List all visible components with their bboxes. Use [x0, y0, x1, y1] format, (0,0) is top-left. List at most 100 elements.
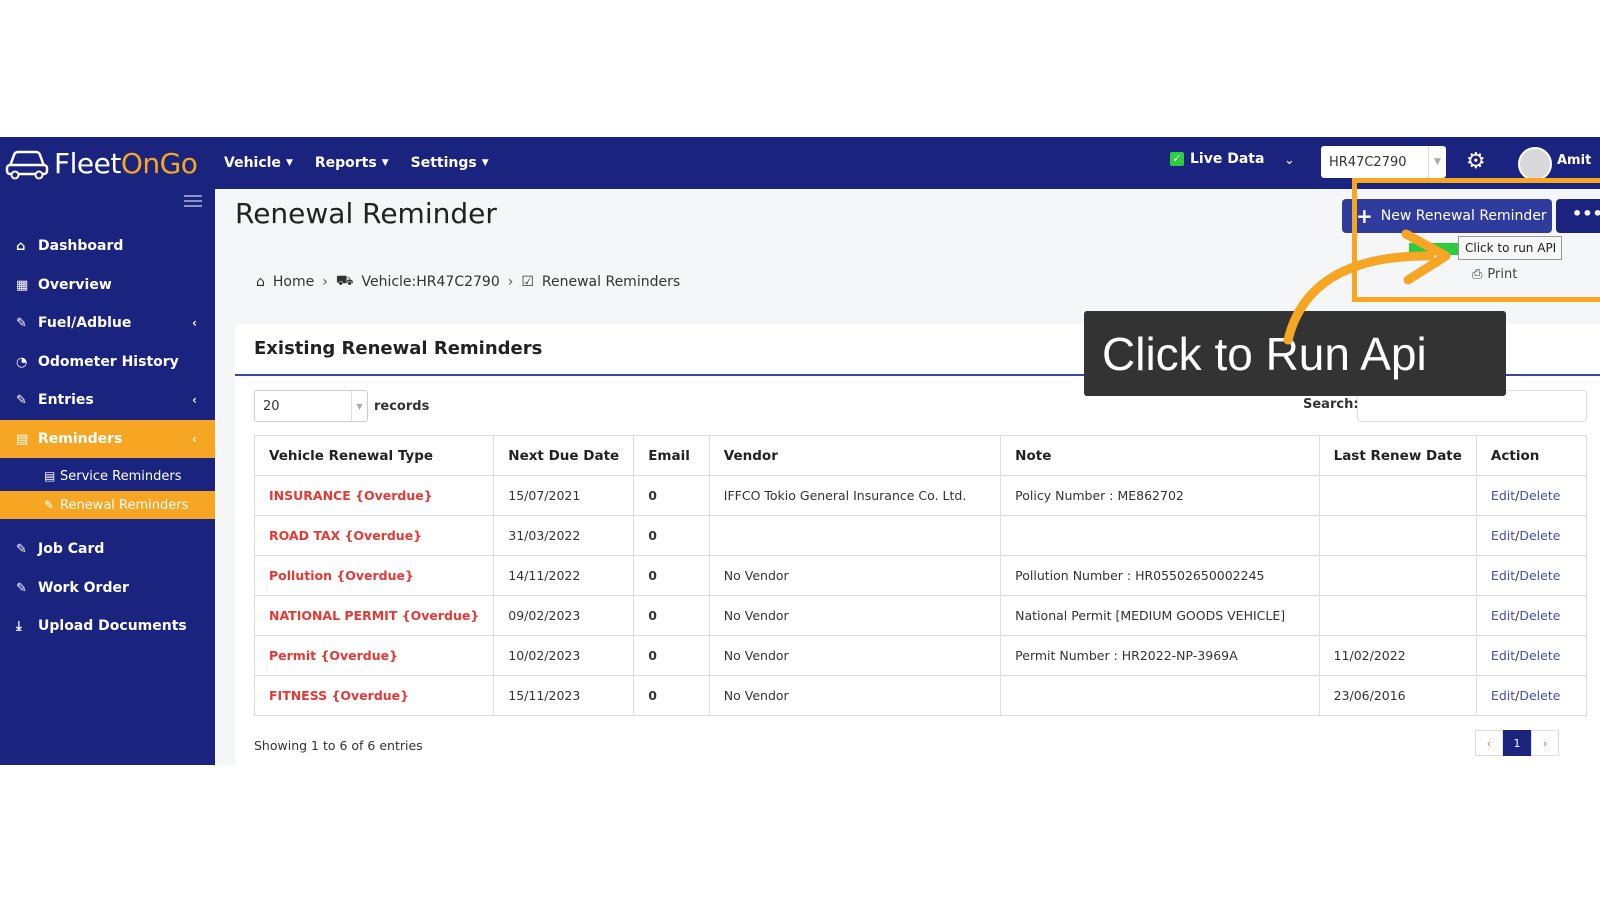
- email-cell: 0: [633, 635, 710, 676]
- vehicle-select[interactable]: HR47C2790 ▼: [1321, 146, 1446, 178]
- chevron-down-icon: ▼: [381, 158, 389, 168]
- car-logo-icon: [5, 150, 49, 180]
- chevron-left-icon: ‹: [192, 432, 197, 446]
- check-square-icon: ☑: [521, 274, 534, 290]
- sidebar-item-odometer-history[interactable]: ◔ Odometer History: [0, 343, 215, 381]
- last-renew-date-cell: [1318, 475, 1477, 516]
- chevron-left-icon: ‹: [192, 393, 197, 407]
- due-date-cell: 10/02/2023: [493, 635, 635, 676]
- sidebar-item-service-reminders[interactable]: ▤ Service Reminders: [0, 462, 215, 490]
- card-title: Existing Renewal Reminders: [254, 338, 543, 359]
- edit-link[interactable]: Edit: [1491, 608, 1515, 623]
- menu-vehicle-label: Vehicle: [224, 155, 281, 171]
- sidebar-item-dashboard[interactable]: ⌂ Dashboard: [0, 227, 215, 265]
- note-cell: [1000, 515, 1320, 556]
- sidebar-item-upload-documents[interactable]: ⤓ Upload Documents: [0, 607, 215, 645]
- vehicle-select-value: HR47C2790: [1329, 154, 1407, 170]
- sidebar-item-renewal-reminders[interactable]: ✎ Renewal Reminders: [0, 491, 215, 519]
- vendor-cell: [708, 515, 1002, 556]
- sidebar-item-work-order[interactable]: ✎ Work Order: [0, 569, 215, 607]
- home-icon: ⌂: [256, 274, 265, 290]
- edit-icon: ✎: [16, 541, 27, 557]
- edit-link[interactable]: Edit: [1491, 488, 1515, 503]
- column-header[interactable]: Vendor: [708, 435, 1002, 476]
- table-info: Showing 1 to 6 of 6 entries: [254, 738, 423, 753]
- renewal-type-cell: INSURANCE {Overdue}: [253, 475, 495, 516]
- vendor-cell: No Vendor: [708, 635, 1002, 676]
- next-page-button[interactable]: ›: [1531, 730, 1559, 756]
- menu-settings[interactable]: Settings ▼: [411, 155, 489, 171]
- sidebar-item-label: Renewal Reminders: [60, 497, 189, 513]
- table-header-row: Vehicle Renewal Type Next Due Date Email…: [253, 435, 1588, 476]
- delete-link[interactable]: Delete: [1519, 568, 1560, 583]
- action-cell: Edit/Delete: [1475, 515, 1588, 556]
- live-data-toggle[interactable]: ✓ Live Data: [1170, 151, 1264, 167]
- column-header[interactable]: Action: [1475, 435, 1588, 476]
- email-cell: 0: [633, 515, 710, 556]
- prev-page-button[interactable]: ‹: [1475, 730, 1503, 756]
- sidebar-item-label: Entries: [38, 392, 94, 408]
- gear-icon[interactable]: ⚙: [1466, 149, 1486, 174]
- select-arrow-icon: ▼: [1428, 146, 1446, 178]
- records-select[interactable]: 20 ▼: [254, 390, 368, 422]
- avatar[interactable]: [1518, 147, 1552, 181]
- menu-settings-label: Settings: [410, 155, 477, 171]
- select-arrow-icon: ▼: [351, 391, 367, 421]
- column-header[interactable]: Email: [633, 435, 710, 476]
- edit-link[interactable]: Edit: [1491, 688, 1515, 703]
- sidebar-item-label: Service Reminders: [60, 468, 182, 484]
- last-renew-date-cell: 11/02/2022: [1318, 635, 1477, 676]
- edit-link[interactable]: Edit: [1491, 528, 1515, 543]
- action-cell: Edit/Delete: [1475, 475, 1588, 516]
- column-header[interactable]: Vehicle Renewal Type: [253, 435, 495, 476]
- breadcrumb-home[interactable]: Home: [273, 274, 314, 290]
- menu-reports-label: Reports: [314, 155, 377, 171]
- sidebar-item-job-card[interactable]: ✎ Job Card: [0, 530, 215, 568]
- sidebar-item-label: Work Order: [38, 580, 129, 596]
- menu-vehicle[interactable]: Vehicle ▼: [224, 155, 293, 171]
- edit-icon: ✎: [16, 315, 27, 331]
- edit-link[interactable]: Edit: [1491, 568, 1515, 583]
- menu-reports[interactable]: Reports ▼: [315, 155, 389, 171]
- breadcrumb-vehicle[interactable]: Vehicle:HR47C2790: [361, 274, 499, 290]
- renewal-table: Vehicle Renewal Type Next Due Date Email…: [253, 435, 1588, 716]
- sidebar: ⌂ Dashboard ▦ Overview ✎ Fuel/Adblue ‹ ◔ Odom…: [0, 189, 215, 765]
- action-cell: Edit/Delete: [1475, 635, 1588, 676]
- table-row: Pollution {Overdue} 14/11/2022 0 No Vend…: [253, 555, 1588, 596]
- highlight-box: [1352, 178, 1600, 302]
- sidebar-item-entries[interactable]: ✎ Entries ‹: [0, 381, 215, 419]
- column-header[interactable]: Next Due Date: [493, 435, 635, 476]
- sidebar-item-label: Upload Documents: [38, 618, 187, 634]
- fleetongo-logo[interactable]: FleetOnGo: [4, 143, 198, 183]
- renewal-type-cell: Permit {Overdue}: [253, 635, 495, 676]
- delete-link[interactable]: Delete: [1519, 608, 1560, 623]
- note-cell: Policy Number : ME862702: [1000, 475, 1320, 516]
- page-button-current[interactable]: 1: [1503, 730, 1531, 756]
- column-header[interactable]: Note: [1000, 435, 1320, 476]
- last-renew-date-cell: [1318, 515, 1477, 556]
- edit-link[interactable]: Edit: [1491, 648, 1515, 663]
- live-data-label: Live Data: [1190, 151, 1265, 167]
- calendar-icon: ▤: [44, 469, 56, 483]
- delete-link[interactable]: Delete: [1519, 648, 1560, 663]
- sidebar-item-fuel-adblue[interactable]: ✎ Fuel/Adblue ‹: [0, 304, 215, 342]
- table-row: ROAD TAX {Overdue} 31/03/2022 0 Edit/Del…: [253, 515, 1588, 556]
- user-name[interactable]: Amit: [1557, 153, 1591, 168]
- last-renew-date-cell: [1318, 555, 1477, 596]
- home-icon: ⌂: [16, 238, 26, 254]
- vendor-cell: IFFCO Tokio General Insurance Co. Ltd.: [708, 475, 1002, 516]
- chevron-down-icon[interactable]: ⌄: [1284, 153, 1295, 168]
- column-header[interactable]: Last Renew Date: [1318, 435, 1477, 476]
- breadcrumb: ⌂ Home › ⛟ Vehicle:HR47C2790 › ☑ Renewal…: [256, 273, 680, 291]
- chevron-down-icon: ▼: [285, 158, 293, 168]
- sidebar-item-overview[interactable]: ▦ Overview: [0, 266, 215, 304]
- delete-link[interactable]: Delete: [1519, 688, 1560, 703]
- delete-link[interactable]: Delete: [1519, 528, 1560, 543]
- note-cell: Pollution Number : HR05502650002245: [1000, 555, 1320, 596]
- sidebar-item-reminders[interactable]: ▤ Reminders ‹: [0, 420, 215, 458]
- hamburger-menu-icon[interactable]: [184, 195, 202, 210]
- table-row: Permit {Overdue} 10/02/2023 0 No Vendor …: [253, 635, 1588, 676]
- sidebar-item-label: Dashboard: [38, 238, 124, 254]
- delete-link[interactable]: Delete: [1519, 488, 1560, 503]
- grid-icon: ▦: [16, 277, 29, 293]
